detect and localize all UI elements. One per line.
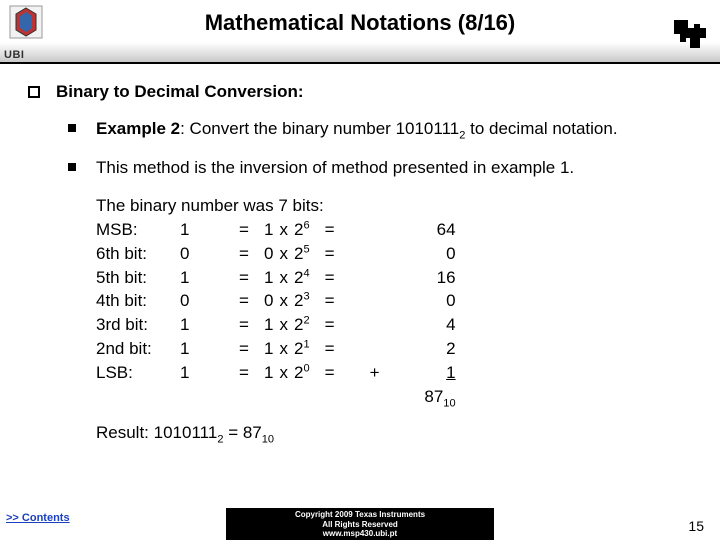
example-label: Example 2 (96, 119, 180, 138)
table-row: LSB: 1 = 1 x 20 = + 1 (96, 361, 462, 385)
page-number: 15 (688, 518, 704, 534)
ti-logo (672, 18, 712, 52)
example-binary: 1010111 (396, 119, 460, 138)
result-line: Result: 10101112 = 8710 (96, 421, 698, 448)
sum-row: 8710 (96, 385, 462, 412)
example-tail: to decimal notation. (465, 119, 617, 138)
slide-footer: >> Contents Copyright 2009 Texas Instrum… (0, 506, 720, 540)
example-text: : Convert the binary number (180, 119, 395, 138)
copy-line-2: All Rights Reserved (230, 520, 490, 530)
sum-cell: 8710 (386, 385, 462, 412)
bullet-method: This method is the inversion of method p… (68, 157, 698, 180)
ubi-label: UBI (4, 49, 24, 61)
slide-body: Binary to Decimal Conversion: Example 2:… (0, 64, 720, 448)
coef: 1 (264, 218, 279, 242)
bullet-heading: Binary to Decimal Conversion: (28, 82, 698, 102)
copy-line-1: Copyright 2009 Texas Instruments (230, 510, 490, 520)
bit-table: MSB: 1 = 1 x 26 = 64 6th bit: 0 = 0 x 25 (96, 218, 462, 411)
intro-line: The binary number was 7 bits: (96, 194, 698, 218)
table-row: 3rd bit: 1 = 1 x 22 = 4 (96, 313, 462, 337)
bullet-example: Example 2: Convert the binary number 101… (68, 118, 698, 143)
slide: Mathematical Notations (8/16) UBI Binary… (0, 0, 720, 540)
table-row: 4th bit: 0 = 0 x 23 = 0 (96, 289, 462, 313)
slide-title: Mathematical Notations (8/16) (0, 10, 720, 36)
table-row: 5th bit: 1 = 1 x 24 = 16 (96, 266, 462, 290)
row-value: 64 (386, 218, 462, 242)
plus-sign: + (350, 361, 386, 385)
bit-value: 1 (180, 218, 230, 242)
worked-steps: The binary number was 7 bits: MSB: 1 = 1… (96, 194, 698, 448)
slide-header: Mathematical Notations (8/16) UBI (0, 0, 720, 64)
copy-line-3: www.msp430.ubi.pt (230, 529, 490, 539)
table-row: 2nd bit: 1 = 1 x 21 = 2 (96, 337, 462, 361)
contents-link[interactable]: >> Contents (6, 512, 70, 524)
copyright-box: Copyright 2009 Texas Instruments All Rig… (226, 508, 494, 540)
bit-label: MSB: (96, 218, 180, 242)
table-row: MSB: 1 = 1 x 26 = 64 (96, 218, 462, 242)
table-row: 6th bit: 0 = 0 x 25 = 0 (96, 242, 462, 266)
